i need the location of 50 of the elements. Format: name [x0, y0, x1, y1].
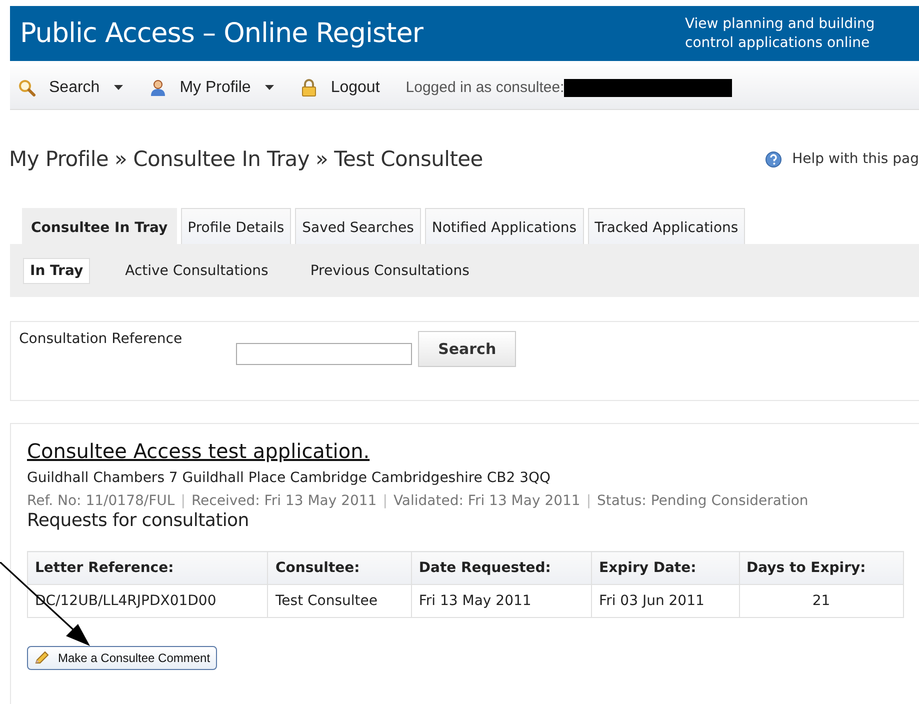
breadcrumb-separator: » — [316, 147, 328, 171]
application-link[interactable]: Consultee Access test application. — [27, 439, 370, 463]
column-header: Days to Expiry: — [739, 552, 904, 584]
nav-menu-item[interactable]: My Profile — [148, 78, 274, 96]
subtab[interactable]: In Tray — [23, 258, 90, 284]
meta-text: Validated: Fri 13 May 2011 — [393, 493, 580, 509]
pencil-icon — [34, 651, 50, 665]
column-header: Consultee: — [268, 552, 412, 584]
meta-separator: | — [586, 493, 592, 509]
meta-separator: | — [180, 493, 186, 509]
tab[interactable]: Consultee In Tray — [22, 208, 177, 244]
meta-text: Ref. No: 11/0178/FUL — [27, 493, 175, 509]
tab[interactable]: Tracked Applications — [588, 208, 746, 244]
breadcrumb-item[interactable]: Consultee In Tray — [133, 147, 310, 171]
address-text: Guildhall Chambers 7 Guildhall Place Cambridge Cambridgeshire CB2 3QQ — [27, 470, 552, 486]
field-label: Consultation Reference — [19, 331, 182, 347]
comment-button[interactable]: Make a Consultee Comment — [27, 646, 218, 670]
lock-icon — [300, 78, 318, 96]
meta-separator: | — [382, 493, 388, 509]
help-link[interactable]: Help with this pag — [765, 150, 919, 168]
meta-text: Status: Pending Consideration — [597, 493, 808, 509]
user-icon — [148, 78, 167, 96]
table-cell: 21 — [739, 584, 904, 618]
subtab[interactable]: Active Consultations — [118, 258, 276, 284]
breadcrumb-separator: » — [114, 147, 128, 171]
tab[interactable]: Saved Searches — [295, 208, 421, 244]
caret-icon — [264, 85, 274, 90]
table-cell: Test Consultee — [268, 584, 412, 618]
column-header: Date Requested: — [411, 552, 592, 584]
tagline: View planning and building control applications online — [685, 14, 876, 52]
nav-menu-item[interactable]: Search — [18, 78, 123, 96]
logged-in-label: Logged in as consultee: — [406, 79, 564, 96]
search-button[interactable]: Search — [418, 331, 516, 367]
nav-menu-item[interactable]: Logout — [300, 78, 380, 96]
breadcrumb-item: Test Consultee — [334, 147, 483, 171]
subtab[interactable]: Previous Consultations — [303, 258, 476, 284]
input-field[interactable] — [236, 343, 412, 365]
caret-icon — [114, 85, 123, 90]
tab[interactable]: Notified Applications — [424, 208, 584, 244]
column-header: Letter Reference: — [28, 552, 268, 584]
section-heading: Requests for consultation — [27, 510, 250, 531]
table-cell: Fri 03 Jun 2011 — [592, 584, 740, 618]
meta-text: Received: Fri 13 May 2011 — [191, 493, 377, 509]
table-cell: Fri 13 May 2011 — [411, 584, 592, 618]
help-icon — [765, 150, 782, 168]
breadcrumb-item[interactable]: My Profile — [9, 147, 109, 171]
site-title: Public Access – Online Register — [20, 18, 423, 49]
search-icon — [18, 78, 36, 96]
tab[interactable]: Profile Details — [180, 208, 292, 244]
column-header: Expiry Date: — [592, 552, 740, 584]
